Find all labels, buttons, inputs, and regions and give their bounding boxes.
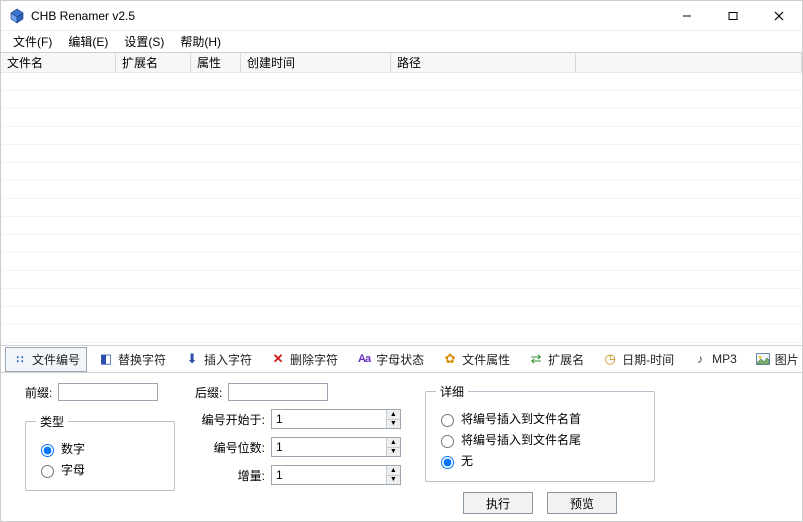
col-filename[interactable]: 文件名	[1, 53, 116, 72]
tab-insert[interactable]: ⬇ 插入字符	[177, 347, 259, 372]
detail-fieldset: 详细 将编号插入到文件名首 将编号插入到文件名尾 无	[425, 383, 655, 482]
tab-attributes[interactable]: ✿ 文件属性	[435, 347, 517, 372]
tab-replace[interactable]: ◧ 替换字符	[91, 347, 173, 372]
type-letter-label: 字母	[61, 461, 85, 478]
extension-icon: ⇄	[528, 351, 544, 367]
detail-none-radio[interactable]	[441, 456, 454, 469]
tab-numbering[interactable]: ∷ 文件编号	[5, 347, 87, 372]
delete-icon: ✕	[270, 351, 286, 367]
col-spacer	[576, 53, 802, 72]
tab-label: 删除字符	[290, 351, 338, 368]
spin-down[interactable]: ▼	[387, 476, 400, 485]
detail-legend: 详细	[436, 383, 468, 400]
col-path[interactable]: 路径	[391, 53, 576, 72]
type-legend: 类型	[36, 413, 68, 430]
close-button[interactable]	[756, 1, 802, 30]
window-controls	[664, 1, 802, 30]
menu-bar: 文件(F) 编辑(E) 设置(S) 帮助(H)	[1, 31, 802, 53]
type-letter-radio[interactable]	[41, 465, 54, 478]
table-header: 文件名 扩展名 属性 创建时间 路径	[1, 53, 802, 73]
replace-icon: ◧	[98, 351, 114, 367]
tab-label: 扩展名	[548, 351, 584, 368]
step-input[interactable]	[272, 466, 386, 484]
digits-input[interactable]	[272, 438, 386, 456]
detail-front-radio[interactable]	[441, 414, 454, 427]
tab-label: 字母状态	[376, 351, 424, 368]
spin-down[interactable]: ▼	[387, 448, 400, 457]
tab-label: MP3	[712, 352, 737, 366]
tab-case[interactable]: Aa 字母状态	[349, 347, 431, 372]
tab-bar: ∷ 文件编号 ◧ 替换字符 ⬇ 插入字符 ✕ 删除字符 Aa 字母状态 ✿ 文件…	[1, 345, 802, 373]
file-list[interactable]	[1, 73, 802, 345]
menu-edit[interactable]: 编辑(E)	[60, 31, 116, 52]
spin-up[interactable]: ▲	[387, 466, 400, 476]
menu-help[interactable]: 帮助(H)	[172, 31, 229, 52]
tab-datetime[interactable]: ◷ 日期-时间	[595, 347, 681, 372]
gear-icon: ✿	[442, 351, 458, 367]
minimize-button[interactable]	[664, 1, 710, 30]
tab-mp3[interactable]: ♪ MP3	[685, 347, 744, 371]
tab-image[interactable]: 图片	[748, 347, 803, 372]
suffix-input[interactable]	[228, 383, 328, 401]
insert-icon: ⬇	[184, 351, 200, 367]
col-attr[interactable]: 属性	[191, 53, 241, 72]
tab-label: 文件属性	[462, 351, 510, 368]
tab-label: 图片	[775, 351, 799, 368]
digits-spinner[interactable]: ▲▼	[271, 437, 401, 457]
start-input[interactable]	[272, 410, 386, 428]
image-icon	[755, 351, 771, 367]
tab-label: 插入字符	[204, 351, 252, 368]
music-note-icon: ♪	[692, 351, 708, 367]
tab-label: 日期-时间	[622, 351, 674, 368]
app-icon	[9, 8, 25, 24]
window-title: CHB Renamer v2.5	[31, 9, 664, 23]
detail-end-label: 将编号插入到文件名尾	[461, 431, 581, 448]
title-bar: CHB Renamer v2.5	[1, 1, 802, 31]
tab-label: 文件编号	[32, 351, 80, 368]
menu-file[interactable]: 文件(F)	[5, 31, 60, 52]
options-panel: 前缀: 类型 数字 字母 后缀: 编号开始于: ▲▼	[1, 373, 802, 521]
tab-extension[interactable]: ⇄ 扩展名	[521, 347, 591, 372]
detail-end-radio[interactable]	[441, 435, 454, 448]
menu-settings[interactable]: 设置(S)	[116, 31, 172, 52]
type-number-label: 数字	[61, 440, 85, 457]
type-number-radio[interactable]	[41, 444, 54, 457]
spin-up[interactable]: ▲	[387, 410, 400, 420]
start-spinner[interactable]: ▲▼	[271, 409, 401, 429]
col-ext[interactable]: 扩展名	[116, 53, 191, 72]
preview-button[interactable]: 预览	[547, 492, 617, 514]
spin-up[interactable]: ▲	[387, 438, 400, 448]
step-spinner[interactable]: ▲▼	[271, 465, 401, 485]
tab-delete[interactable]: ✕ 删除字符	[263, 347, 345, 372]
clock-icon: ◷	[602, 351, 618, 367]
type-fieldset: 类型 数字 字母	[25, 413, 175, 491]
list-number-icon: ∷	[12, 351, 28, 367]
maximize-button[interactable]	[710, 1, 756, 30]
prefix-input[interactable]	[58, 383, 158, 401]
digits-label: 编号位数:	[195, 439, 265, 456]
prefix-label: 前缀:	[25, 384, 52, 401]
col-created[interactable]: 创建时间	[241, 53, 391, 72]
execute-button[interactable]: 执行	[463, 492, 533, 514]
step-label: 增量:	[195, 467, 265, 484]
start-label: 编号开始于:	[195, 411, 265, 428]
suffix-label: 后缀:	[195, 384, 222, 401]
spin-down[interactable]: ▼	[387, 420, 400, 429]
case-icon: Aa	[356, 351, 372, 367]
detail-none-label: 无	[461, 452, 473, 469]
tab-label: 替换字符	[118, 351, 166, 368]
detail-front-label: 将编号插入到文件名首	[461, 410, 581, 427]
